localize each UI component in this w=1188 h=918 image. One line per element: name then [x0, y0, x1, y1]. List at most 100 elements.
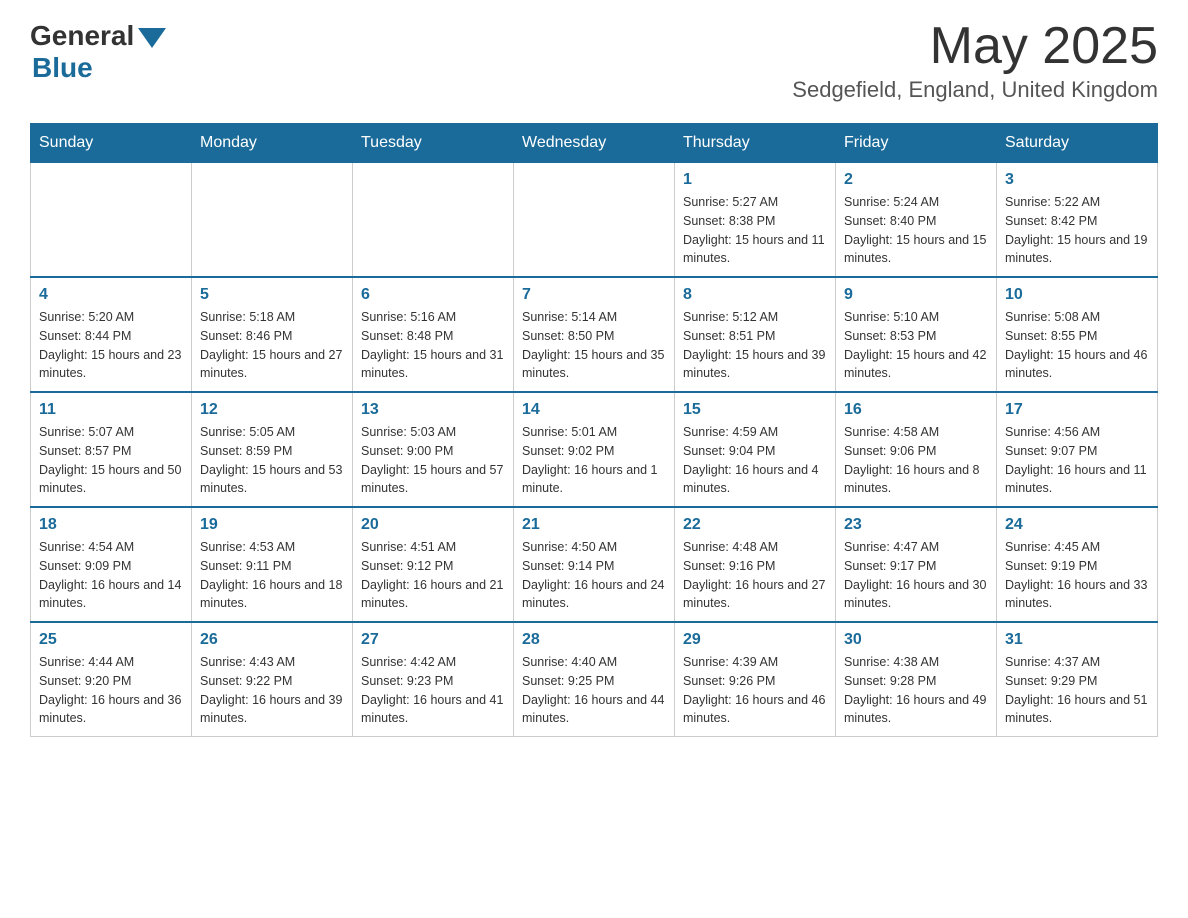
day-info: Sunrise: 5:18 AMSunset: 8:46 PMDaylight:…	[200, 308, 344, 383]
calendar-week-row: 1 Sunrise: 5:27 AMSunset: 8:38 PMDaylight…	[31, 163, 1158, 278]
day-number: 1	[683, 171, 827, 189]
day-number: 12	[200, 401, 344, 419]
calendar-cell: 20Sunrise: 4:51 AMSunset: 9:12 PMDayligh…	[353, 507, 514, 622]
day-info: Sunrise: 4:56 AMSunset: 9:07 PMDaylight:…	[1005, 423, 1149, 498]
calendar-cell	[353, 163, 514, 278]
day-info: Sunrise: 5:10 AMSunset: 8:53 PMDaylight:…	[844, 308, 988, 383]
day-info: Sunrise: 4:38 AMSunset: 9:28 PMDaylight:…	[844, 653, 988, 728]
day-info: Sunrise: 4:54 AMSunset: 9:09 PMDaylight:…	[39, 538, 183, 613]
calendar-cell: 5Sunrise: 5:18 AMSunset: 8:46 PMDaylight…	[192, 277, 353, 392]
location-title: Sedgefield, England, United Kingdom	[792, 77, 1158, 103]
calendar-header-monday: Monday	[192, 124, 353, 163]
day-number: 31	[1005, 631, 1149, 649]
day-number: 20	[361, 516, 505, 534]
calendar-header-sunday: Sunday	[31, 124, 192, 163]
day-number: 13	[361, 401, 505, 419]
calendar-cell: 1 Sunrise: 5:27 AMSunset: 8:38 PMDaylight…	[675, 163, 836, 278]
day-info: Sunrise: 5:08 AMSunset: 8:55 PMDaylight:…	[1005, 308, 1149, 383]
calendar-header-friday: Friday	[836, 124, 997, 163]
calendar-cell: 6 Sunrise: 5:16 AMSunset: 8:48 PMDaylight…	[353, 277, 514, 392]
day-number: 14	[522, 401, 666, 419]
calendar-cell: 13 Sunrise: 5:03 AMSunset: 9:00 PMDayligh…	[353, 392, 514, 507]
month-title: May 2025	[792, 20, 1158, 72]
calendar-week-row: 4 Sunrise: 5:20 AMSunset: 8:44 PMDaylight…	[31, 277, 1158, 392]
calendar-cell: 15Sunrise: 4:59 AMSunset: 9:04 PMDayligh…	[675, 392, 836, 507]
day-number: 21	[522, 516, 666, 534]
day-number: 8	[683, 286, 827, 304]
logo: General Blue	[30, 20, 166, 84]
day-number: 22	[683, 516, 827, 534]
calendar-cell: 26Sunrise: 4:43 AMSunset: 9:22 PMDayligh…	[192, 622, 353, 737]
calendar-header-tuesday: Tuesday	[353, 124, 514, 163]
page-header: General Blue May 2025 Sedgefield, Englan…	[30, 20, 1158, 103]
calendar-cell	[192, 163, 353, 278]
day-number: 19	[200, 516, 344, 534]
day-number: 11	[39, 401, 183, 419]
calendar-cell: 17 Sunrise: 4:56 AMSunset: 9:07 PMDayligh…	[997, 392, 1158, 507]
day-info: Sunrise: 5:24 AMSunset: 8:40 PMDaylight:…	[844, 193, 988, 268]
day-info: Sunrise: 4:58 AMSunset: 9:06 PMDaylight:…	[844, 423, 988, 498]
day-number: 17	[1005, 401, 1149, 419]
calendar-cell: 3 Sunrise: 5:22 AMSunset: 8:42 PMDaylight…	[997, 163, 1158, 278]
calendar-cell: 24 Sunrise: 4:45 AMSunset: 9:19 PMDayligh…	[997, 507, 1158, 622]
calendar-cell: 4 Sunrise: 5:20 AMSunset: 8:44 PMDaylight…	[31, 277, 192, 392]
day-info: Sunrise: 5:27 AMSunset: 8:38 PMDaylight:…	[683, 193, 827, 268]
day-number: 2	[844, 171, 988, 189]
calendar-header-row: SundayMondayTuesdayWednesdayThursdayFrid…	[31, 124, 1158, 163]
calendar-cell: 14 Sunrise: 5:01 AMSunset: 9:02 PMDayligh…	[514, 392, 675, 507]
calendar-header-saturday: Saturday	[997, 124, 1158, 163]
day-info: Sunrise: 4:39 AMSunset: 9:26 PMDaylight:…	[683, 653, 827, 728]
day-info: Sunrise: 5:20 AMSunset: 8:44 PMDaylight:…	[39, 308, 183, 383]
calendar-cell: 25 Sunrise: 4:44 AMSunset: 9:20 PMDayligh…	[31, 622, 192, 737]
title-section: May 2025 Sedgefield, England, United Kin…	[792, 20, 1158, 103]
calendar-week-row: 18 Sunrise: 4:54 AMSunset: 9:09 PMDayligh…	[31, 507, 1158, 622]
calendar-cell: 2 Sunrise: 5:24 AMSunset: 8:40 PMDaylight…	[836, 163, 997, 278]
calendar-cell: 29 Sunrise: 4:39 AMSunset: 9:26 PMDayligh…	[675, 622, 836, 737]
day-info: Sunrise: 5:22 AMSunset: 8:42 PMDaylight:…	[1005, 193, 1149, 268]
day-info: Sunrise: 4:37 AMSunset: 9:29 PMDaylight:…	[1005, 653, 1149, 728]
calendar-cell	[31, 163, 192, 278]
calendar-cell: 11 Sunrise: 5:07 AMSunset: 8:57 PMDayligh…	[31, 392, 192, 507]
day-info: Sunrise: 4:59 AMSunset: 9:04 PMDaylight:…	[683, 423, 827, 498]
day-info: Sunrise: 5:07 AMSunset: 8:57 PMDaylight:…	[39, 423, 183, 498]
calendar-cell: 19Sunrise: 4:53 AMSunset: 9:11 PMDayligh…	[192, 507, 353, 622]
calendar-cell: 8 Sunrise: 5:12 AMSunset: 8:51 PMDaylight…	[675, 277, 836, 392]
day-info: Sunrise: 5:12 AMSunset: 8:51 PMDaylight:…	[683, 308, 827, 383]
calendar-header-wednesday: Wednesday	[514, 124, 675, 163]
day-info: Sunrise: 5:03 AMSunset: 9:00 PMDaylight:…	[361, 423, 505, 498]
day-info: Sunrise: 5:05 AMSunset: 8:59 PMDaylight:…	[200, 423, 344, 498]
day-number: 30	[844, 631, 988, 649]
day-number: 4	[39, 286, 183, 304]
day-info: Sunrise: 5:14 AMSunset: 8:50 PMDaylight:…	[522, 308, 666, 383]
calendar-cell: 18 Sunrise: 4:54 AMSunset: 9:09 PMDayligh…	[31, 507, 192, 622]
logo-general-text: General	[30, 20, 134, 52]
day-number: 6	[361, 286, 505, 304]
calendar-cell: 9Sunrise: 5:10 AMSunset: 8:53 PMDaylight…	[836, 277, 997, 392]
calendar-header-thursday: Thursday	[675, 124, 836, 163]
day-info: Sunrise: 5:01 AMSunset: 9:02 PMDaylight:…	[522, 423, 666, 498]
day-info: Sunrise: 4:42 AMSunset: 9:23 PMDaylight:…	[361, 653, 505, 728]
calendar-cell: 10Sunrise: 5:08 AMSunset: 8:55 PMDayligh…	[997, 277, 1158, 392]
day-number: 27	[361, 631, 505, 649]
day-info: Sunrise: 4:50 AMSunset: 9:14 PMDaylight:…	[522, 538, 666, 613]
calendar-week-row: 11 Sunrise: 5:07 AMSunset: 8:57 PMDayligh…	[31, 392, 1158, 507]
day-number: 25	[39, 631, 183, 649]
day-number: 24	[1005, 516, 1149, 534]
calendar-cell	[514, 163, 675, 278]
calendar-cell: 12 Sunrise: 5:05 AMSunset: 8:59 PMDayligh…	[192, 392, 353, 507]
calendar-cell: 28 Sunrise: 4:40 AMSunset: 9:25 PMDayligh…	[514, 622, 675, 737]
day-number: 28	[522, 631, 666, 649]
day-info: Sunrise: 5:16 AMSunset: 8:48 PMDaylight:…	[361, 308, 505, 383]
day-number: 29	[683, 631, 827, 649]
day-info: Sunrise: 4:40 AMSunset: 9:25 PMDaylight:…	[522, 653, 666, 728]
calendar-cell: 22Sunrise: 4:48 AMSunset: 9:16 PMDayligh…	[675, 507, 836, 622]
day-info: Sunrise: 4:45 AMSunset: 9:19 PMDaylight:…	[1005, 538, 1149, 613]
day-number: 3	[1005, 171, 1149, 189]
calendar-table: SundayMondayTuesdayWednesdayThursdayFrid…	[30, 123, 1158, 737]
calendar-cell: 27 Sunrise: 4:42 AMSunset: 9:23 PMDayligh…	[353, 622, 514, 737]
day-number: 18	[39, 516, 183, 534]
day-info: Sunrise: 4:43 AMSunset: 9:22 PMDaylight:…	[200, 653, 344, 728]
day-info: Sunrise: 4:44 AMSunset: 9:20 PMDaylight:…	[39, 653, 183, 728]
calendar-cell: 30 Sunrise: 4:38 AMSunset: 9:28 PMDayligh…	[836, 622, 997, 737]
day-number: 23	[844, 516, 988, 534]
